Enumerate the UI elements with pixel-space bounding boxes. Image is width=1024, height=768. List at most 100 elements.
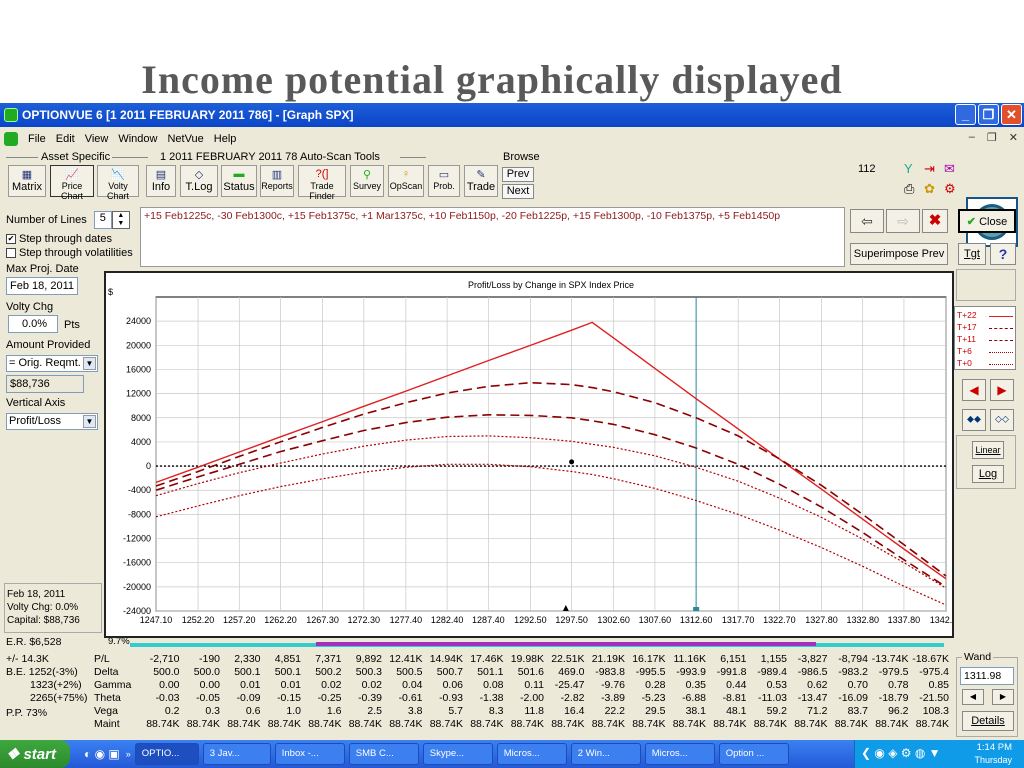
survey-button[interactable]: ⚲ Survey xyxy=(350,165,384,197)
restore-button[interactable]: ❐ xyxy=(978,104,999,125)
tgt-button[interactable]: Tgt xyxy=(958,243,986,265)
menu-help[interactable]: Help xyxy=(214,133,237,145)
task-microsoft-2[interactable]: Micros... xyxy=(644,743,715,765)
menu-netvue[interactable]: NetVue xyxy=(167,133,203,145)
delete-button[interactable]: ✖ xyxy=(922,209,948,233)
blank-panel xyxy=(956,269,1016,301)
forward-button[interactable]: ⇨ xyxy=(886,209,920,233)
quick-launch-icon[interactable]: ◐ ◉ ▣ xyxy=(84,747,120,761)
position-text[interactable]: +15 Feb1225c, -30 Feb1300c, +15 Feb1375c… xyxy=(140,207,845,267)
mdi-restore-icon[interactable]: ❐ xyxy=(987,131,997,144)
wand-left-button[interactable]: ◀ xyxy=(962,689,984,705)
stat-cell: 88.74K xyxy=(672,718,706,730)
superimpose-prev-button[interactable]: Superimpose Prev xyxy=(850,243,948,265)
reports-button[interactable]: ▥ Reports xyxy=(260,165,294,197)
number-of-lines-spinner[interactable]: ▲ ▼ xyxy=(111,211,130,229)
y-tick-label: -20000 xyxy=(123,582,151,592)
menu-view[interactable]: View xyxy=(85,133,109,145)
task-java[interactable]: 3 Jav... xyxy=(202,743,271,765)
wand-right-button[interactable]: ▶ xyxy=(992,689,1014,705)
task-optionvue[interactable]: OPTIO... xyxy=(134,743,199,765)
y-tick-label: 20000 xyxy=(126,340,151,350)
mail-icon[interactable]: ✉ xyxy=(944,161,955,177)
legend-t17-line xyxy=(989,328,1013,329)
stat-row: 88.74K 88.74K 88.74K 88.74K 88.74K 88.74K 88.7… xyxy=(141,718,951,730)
stat-cell: -979.5 xyxy=(878,666,909,678)
stat-cell: 29.5 xyxy=(645,705,666,717)
task-skype[interactable]: Skype... xyxy=(422,743,493,765)
log-button[interactable]: Log xyxy=(972,465,1004,483)
vertical-axis-select[interactable]: Profit/Loss ▼ xyxy=(6,413,98,430)
arrow-right-icon: ▶ xyxy=(997,383,1007,397)
caret-right-icon: ▶ xyxy=(999,692,1007,701)
task-microsoft-1[interactable]: Micros... xyxy=(496,743,567,765)
zoom-in-button[interactable]: ⬥⬥ xyxy=(962,409,986,431)
step-vols-checkbox[interactable] xyxy=(6,248,16,259)
zoom-out-button[interactable]: ⬦⬦ xyxy=(990,409,1014,431)
volty-chart-button[interactable]: 📉 Volty Chart xyxy=(97,165,139,201)
max-proj-date-field[interactable]: Feb 18, 2011 xyxy=(6,277,78,295)
volty-chg-field[interactable]: 0.0% xyxy=(8,315,58,333)
task-inbox[interactable]: Inbox -... xyxy=(274,743,345,765)
move-left-button[interactable]: ◀ xyxy=(962,379,986,401)
step-dates-checkbox[interactable]: ✔ xyxy=(6,234,16,245)
trade-button[interactable]: ✎ Trade xyxy=(464,165,498,197)
prob-button[interactable]: ▭ Prob. xyxy=(428,165,460,197)
stat-cell: 469.0 xyxy=(558,666,585,678)
x-tick-label: 1312.60 xyxy=(680,615,713,625)
opscan-button[interactable]: ♀ OpScan xyxy=(388,165,424,197)
windows-logo-icon: ❖ xyxy=(6,746,20,763)
trade-finder-icon: ?(] xyxy=(315,168,329,180)
tray-icons[interactable]: ❮ ◉ ◈ ⚙ ◍ ▼ xyxy=(861,746,941,760)
clock-time[interactable]: 1:14 PM xyxy=(977,742,1012,753)
price-chart-button[interactable]: 📈 Price Chart xyxy=(50,165,94,201)
stat-cell: 0.35 xyxy=(685,679,706,691)
print-icon[interactable]: ⎙ xyxy=(904,181,914,197)
reports-icon: ▥ xyxy=(271,169,283,181)
x-tick-label: 1337.80 xyxy=(888,615,921,625)
linear-button[interactable]: Linear xyxy=(972,441,1004,459)
help-button[interactable]: ? xyxy=(990,243,1016,265)
menu-edit[interactable]: Edit xyxy=(56,133,75,145)
quick-launch-more-icon[interactable]: » xyxy=(126,749,131,759)
document-icon[interactable] xyxy=(4,132,18,146)
exit-icon[interactable]: ⇥ xyxy=(924,161,935,177)
task-option[interactable]: Option ... xyxy=(718,743,789,765)
y-tick-label: 0 xyxy=(146,461,151,471)
wand-value[interactable]: 1311.98 xyxy=(960,667,1014,685)
menu-file[interactable]: File xyxy=(28,133,46,145)
zoom-in-icon: ⬥⬥ xyxy=(967,414,981,425)
move-right-button[interactable]: ▶ xyxy=(990,379,1014,401)
prev-button[interactable]: Prev xyxy=(502,167,534,182)
task-windows[interactable]: 2 Win... xyxy=(570,743,641,765)
title-bar[interactable]: OPTIONVUE 6 [1 2011 FEBRUARY 2011 786] -… xyxy=(0,103,1024,127)
summary-date: Feb 18, 2011 xyxy=(7,589,66,600)
number-of-lines-input[interactable]: 5 xyxy=(93,211,112,229)
mdi-minimize-icon[interactable]: – xyxy=(969,131,975,144)
filter-icon[interactable]: Y xyxy=(904,161,913,176)
y-axis-label: $ xyxy=(108,287,113,297)
volty-chart-icon: 📉 xyxy=(111,169,125,181)
details-button[interactable]: Details xyxy=(962,711,1014,731)
amount-provided-select[interactable]: = Orig. Reqmt. ▼ xyxy=(6,355,98,372)
mdi-close-icon[interactable]: ✕ xyxy=(1009,131,1018,144)
tools-icon[interactable]: ⚙ xyxy=(944,181,956,197)
task-smb[interactable]: SMB C... xyxy=(348,743,419,765)
close-button[interactable]: ✔ Close xyxy=(958,209,1016,233)
stat-cell: 0.78 xyxy=(888,679,909,691)
light-icon[interactable]: ✿ xyxy=(924,181,935,197)
menu-window[interactable]: Window xyxy=(118,133,157,145)
tlog-button[interactable]: ◇ T.Log xyxy=(180,165,218,197)
minimize-button[interactable]: _ xyxy=(955,104,976,125)
close-window-button[interactable]: ✕ xyxy=(1001,104,1022,125)
matrix-button[interactable]: ▦ Matrix xyxy=(8,165,46,197)
next-button[interactable]: Next xyxy=(502,184,534,199)
info-button[interactable]: ▤ Info xyxy=(146,165,176,197)
pl-chart[interactable]: 24000 20000 16000 12000 8000 4000 0 -4000 -8000 -… xyxy=(106,273,962,636)
trade-finder-button[interactable]: ?(] Trade Finder xyxy=(298,165,346,201)
back-button[interactable]: ⇦ xyxy=(850,209,884,233)
status-button[interactable]: ▬ Status xyxy=(221,165,257,197)
stats-be-2: 1323(+2%) xyxy=(30,679,82,691)
stat-cell: 8.3 xyxy=(488,705,504,717)
start-button[interactable]: ❖ start xyxy=(0,740,70,768)
